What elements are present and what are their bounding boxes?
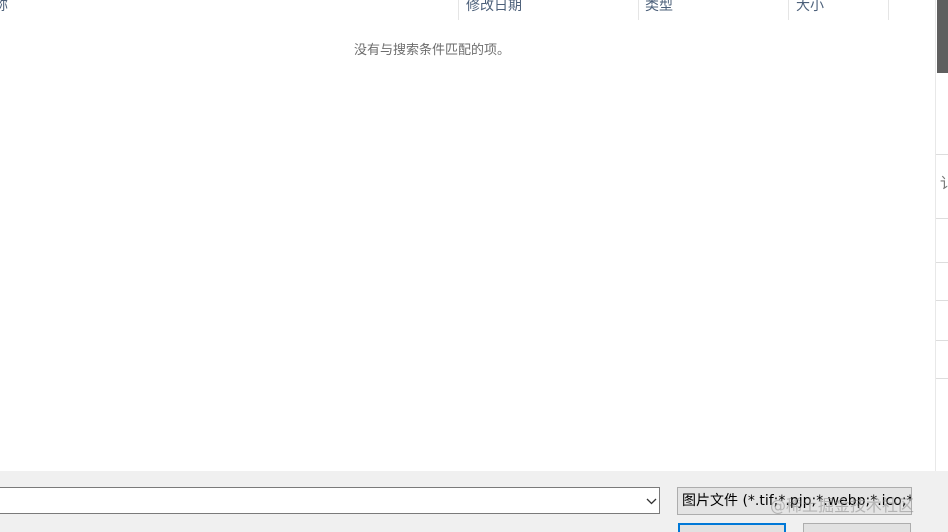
file-type-select[interactable]: 图片文件 (*.tif;*.pjp;*.webp;*.ico;*. [677,487,912,515]
side-panel-divider [936,154,948,155]
scrollbar-thumb[interactable] [937,0,948,73]
column-separator[interactable] [788,0,789,20]
column-header-type[interactable]: 类型 [645,0,785,20]
open-button[interactable] [678,523,786,532]
column-header-name-label: 称 [0,0,8,14]
file-open-dialog: 称 修改日期 类型 大小 没有与搜索条件匹配的项。 讠 图片文件 (*.tif;… [0,0,948,532]
column-header-date-label: 修改日期 [466,0,522,14]
side-panel-divider [936,300,948,301]
column-header-name[interactable]: 称 [0,0,294,20]
file-type-selected-label: 图片文件 (*.tif;*.pjp;*.webp;*.ico;*. [682,493,912,509]
side-panel-divider [936,340,948,341]
chevron-down-icon[interactable] [642,491,660,511]
side-panel-text: 讠 [940,174,948,192]
empty-results-message: 没有与搜索条件匹配的项。 [354,43,511,58]
column-header-size-label: 大小 [796,0,824,14]
column-separator[interactable] [638,0,639,20]
column-header-size[interactable]: 大小 [796,0,886,20]
column-header-date[interactable]: 修改日期 [466,0,636,20]
cancel-button[interactable] [803,523,911,532]
filename-input[interactable] [0,487,660,514]
side-panel-divider [936,262,948,263]
column-header-type-label: 类型 [645,0,673,14]
side-panel-divider [936,378,948,379]
column-separator[interactable] [888,0,889,20]
side-panel-divider [936,218,948,219]
column-separator[interactable] [458,0,459,20]
